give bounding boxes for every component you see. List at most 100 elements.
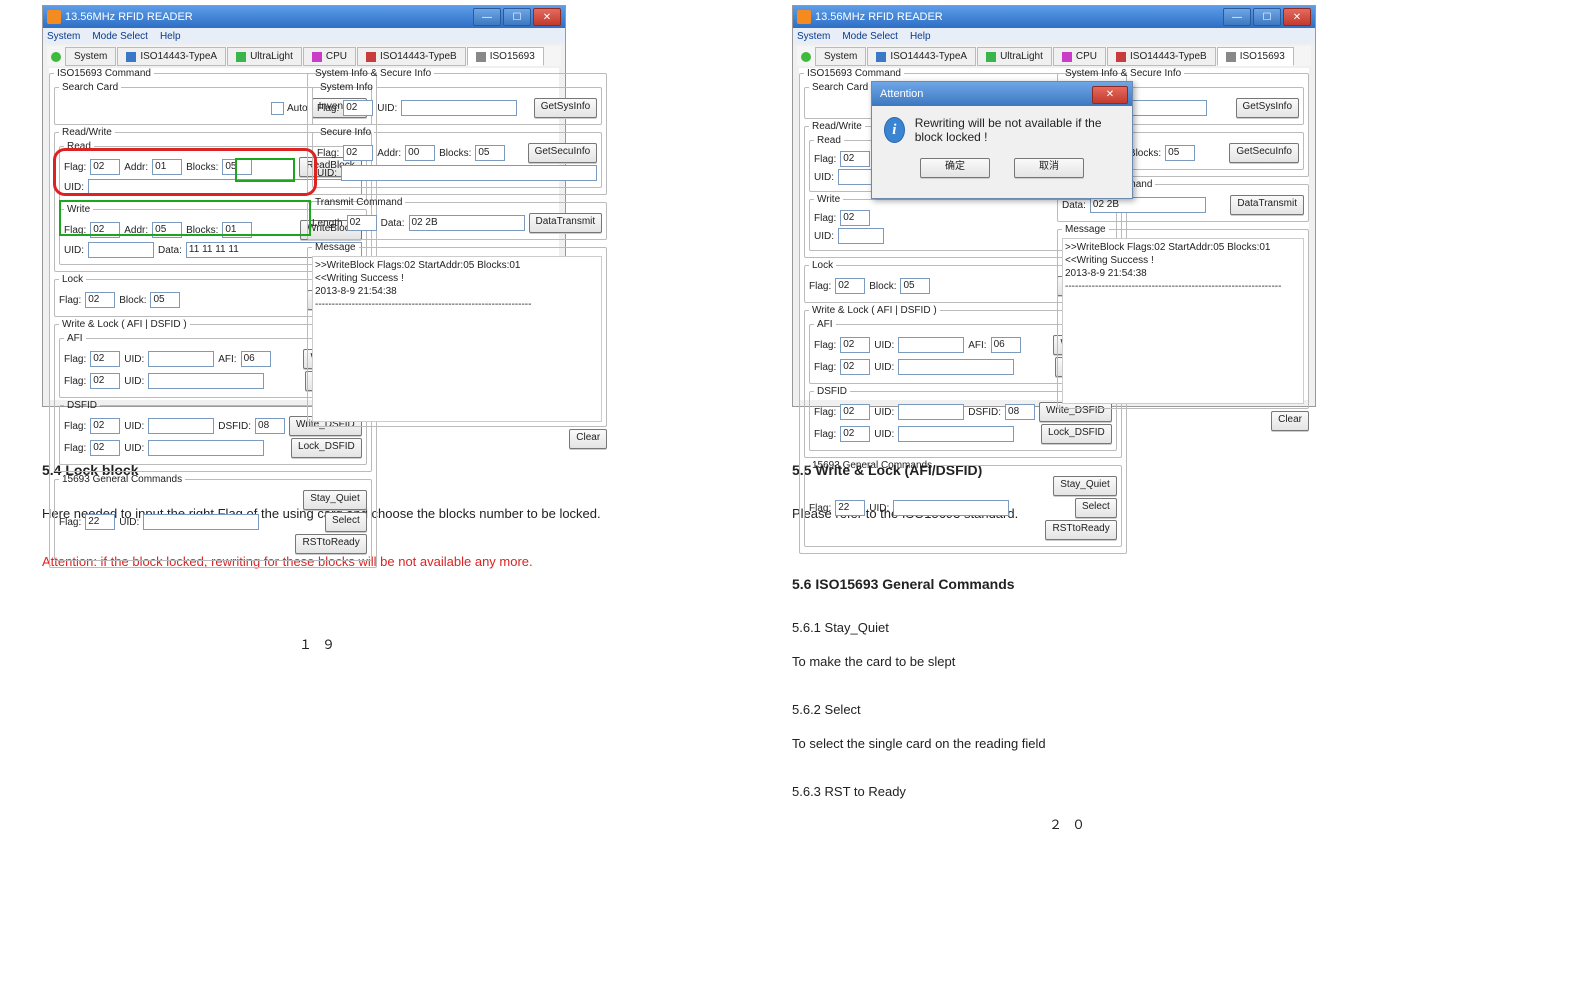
tab-bar: System ISO14443-TypeA UltraLight CPU ISO…	[797, 46, 1311, 66]
tab-iso14443a[interactable]: ISO14443-TypeA	[117, 47, 226, 66]
dialog-cancel-button[interactable]: 取消	[1014, 158, 1084, 178]
dsfid-flag-input-2[interactable]: 02	[90, 440, 120, 456]
page-19: 13.56MHz RFID READER — ☐ ✕ System Mode S…	[42, 5, 602, 653]
dialog-ok-button[interactable]: 确定	[920, 158, 990, 178]
afi-flag-input-2[interactable]: 02	[90, 373, 120, 389]
write-addr-input[interactable]: 05	[152, 222, 182, 238]
maximize-button[interactable]: ☐	[503, 8, 531, 26]
afi-flag-input[interactable]: 02	[90, 351, 120, 367]
auto-checkbox[interactable]	[271, 102, 284, 115]
lock-block-input[interactable]: 05	[150, 292, 180, 308]
tab-iso14443a[interactable]: ISO14443-TypeA	[867, 47, 976, 66]
message-log: >>WriteBlock Flags:02 StartAddr:05 Block…	[312, 256, 602, 422]
dsfid-flag-input[interactable]: 02	[840, 404, 870, 420]
stay-quiet-button[interactable]: Stay_Quiet	[303, 490, 366, 510]
menu-system[interactable]: System	[797, 31, 830, 42]
lock-flag-input[interactable]: 02	[835, 278, 865, 294]
dialog-close-button[interactable]: ✕	[1092, 86, 1128, 104]
minimize-button[interactable]: —	[473, 8, 501, 26]
get-sys-info-button[interactable]: GetSysInfo	[1236, 98, 1299, 118]
tx-len-input[interactable]: 02	[347, 215, 377, 231]
secinfo-addr-input[interactable]: 00	[405, 145, 435, 161]
sysinfo-flag-input[interactable]: 02	[343, 100, 373, 116]
tx-data-input[interactable]: 02 2B	[409, 215, 525, 231]
para-5-6-1: To make the card to be slept	[792, 650, 1352, 674]
write-blocks-input[interactable]: 01	[222, 222, 252, 238]
dsfid-uid-input-2[interactable]	[148, 440, 264, 456]
select-button[interactable]: Select	[1075, 498, 1117, 518]
tab-iso15693[interactable]: ISO15693	[467, 47, 544, 66]
tab-iso15693[interactable]: ISO15693	[1217, 47, 1294, 66]
get-sys-info-button[interactable]: GetSysInfo	[534, 98, 597, 118]
tab-iso14443b[interactable]: ISO14443-TypeB	[357, 47, 466, 66]
lock-flag-input[interactable]: 02	[85, 292, 115, 308]
get-secu-info-button[interactable]: GetSecuInfo	[1229, 143, 1299, 163]
tab-cpu[interactable]: CPU	[303, 47, 356, 66]
close-button[interactable]: ✕	[1283, 8, 1311, 26]
rst-to-ready-button[interactable]: RSTtoReady	[295, 534, 366, 554]
tab-ultralight[interactable]: UltraLight	[227, 47, 302, 66]
data-transmit-button[interactable]: DataTransmit	[1230, 195, 1304, 215]
gen-flag-input[interactable]: 22	[85, 514, 115, 530]
secinfo-blocks-input[interactable]: 05	[475, 145, 505, 161]
read-flag-input[interactable]: 02	[840, 151, 870, 167]
tab-cpu[interactable]: CPU	[1053, 47, 1106, 66]
close-button[interactable]: ✕	[533, 8, 561, 26]
stay-quiet-button[interactable]: Stay_Quiet	[1053, 476, 1116, 496]
dsfid-uid-input-2[interactable]	[898, 426, 1014, 442]
secinfo-blocks-input[interactable]: 05	[1165, 145, 1195, 161]
write-uid-input[interactable]	[838, 228, 884, 244]
write-flag-input[interactable]: 02	[90, 222, 120, 238]
clear-button[interactable]: Clear	[1271, 411, 1309, 431]
message-log: >>WriteBlock Flags:02 StartAddr:05 Block…	[1062, 238, 1304, 404]
info-icon: i	[884, 117, 905, 143]
afi-uid-input-2[interactable]	[148, 373, 264, 389]
afi-input[interactable]: 06	[991, 337, 1021, 353]
minimize-button[interactable]: —	[1223, 8, 1251, 26]
tab-system[interactable]: System	[815, 47, 866, 66]
read-blocks-input[interactable]: 05	[222, 159, 252, 175]
gen-flag-input[interactable]: 22	[835, 500, 865, 516]
auto-label: Auto	[287, 103, 308, 114]
select-button[interactable]: Select	[325, 512, 367, 532]
menu-mode-select[interactable]: Mode Select	[92, 31, 148, 42]
menu-system[interactable]: System	[47, 31, 80, 42]
menu-help[interactable]: Help	[160, 31, 181, 42]
tab-system[interactable]: System	[65, 47, 116, 66]
dsfid-uid-input[interactable]	[148, 418, 214, 434]
sysinfo-uid-input[interactable]	[401, 100, 517, 116]
dsfid-flag-input-2[interactable]: 02	[840, 426, 870, 442]
dsfid-input[interactable]: 08	[255, 418, 285, 434]
gen-uid-input[interactable]	[143, 514, 259, 530]
afi-uid-input[interactable]	[898, 337, 964, 353]
read-flag-input[interactable]: 02	[90, 159, 120, 175]
read-addr-input[interactable]: 01	[152, 159, 182, 175]
afi-flag-input[interactable]: 02	[840, 337, 870, 353]
screenshot-left: 13.56MHz RFID READER — ☐ ✕ System Mode S…	[42, 5, 566, 407]
maximize-button[interactable]: ☐	[1253, 8, 1281, 26]
menu-mode-select[interactable]: Mode Select	[842, 31, 898, 42]
menu-help[interactable]: Help	[910, 31, 931, 42]
afi-input[interactable]: 06	[241, 351, 271, 367]
afi-uid-input[interactable]	[148, 351, 214, 367]
tab-ultralight[interactable]: UltraLight	[977, 47, 1052, 66]
rst-to-ready-button[interactable]: RSTtoReady	[1045, 520, 1116, 540]
lock-block-input[interactable]: 05	[900, 278, 930, 294]
tab-iso14443b[interactable]: ISO14443-TypeB	[1107, 47, 1216, 66]
afi-flag-input-2[interactable]: 02	[840, 359, 870, 375]
tx-data-input[interactable]: 02 2B	[1090, 197, 1206, 213]
dsfid-input[interactable]: 08	[1005, 404, 1035, 420]
attention-dialog: Attention ✕ i Rewriting will be not avai…	[871, 81, 1133, 199]
dsfid-uid-input[interactable]	[898, 404, 964, 420]
write-flag-input[interactable]: 02	[840, 210, 870, 226]
clear-button[interactable]: Clear	[569, 429, 607, 449]
data-transmit-button[interactable]: DataTransmit	[529, 213, 603, 233]
dsfid-flag-input[interactable]: 02	[90, 418, 120, 434]
dialog-title: Attention ✕	[872, 82, 1132, 106]
secinfo-flag-input[interactable]: 02	[343, 145, 373, 161]
afi-uid-input-2[interactable]	[898, 359, 1014, 375]
get-secu-info-button[interactable]: GetSecuInfo	[528, 143, 598, 163]
gen-uid-input[interactable]	[893, 500, 1009, 516]
write-uid-input[interactable]	[88, 242, 154, 258]
secinfo-uid-input[interactable]	[341, 165, 597, 181]
